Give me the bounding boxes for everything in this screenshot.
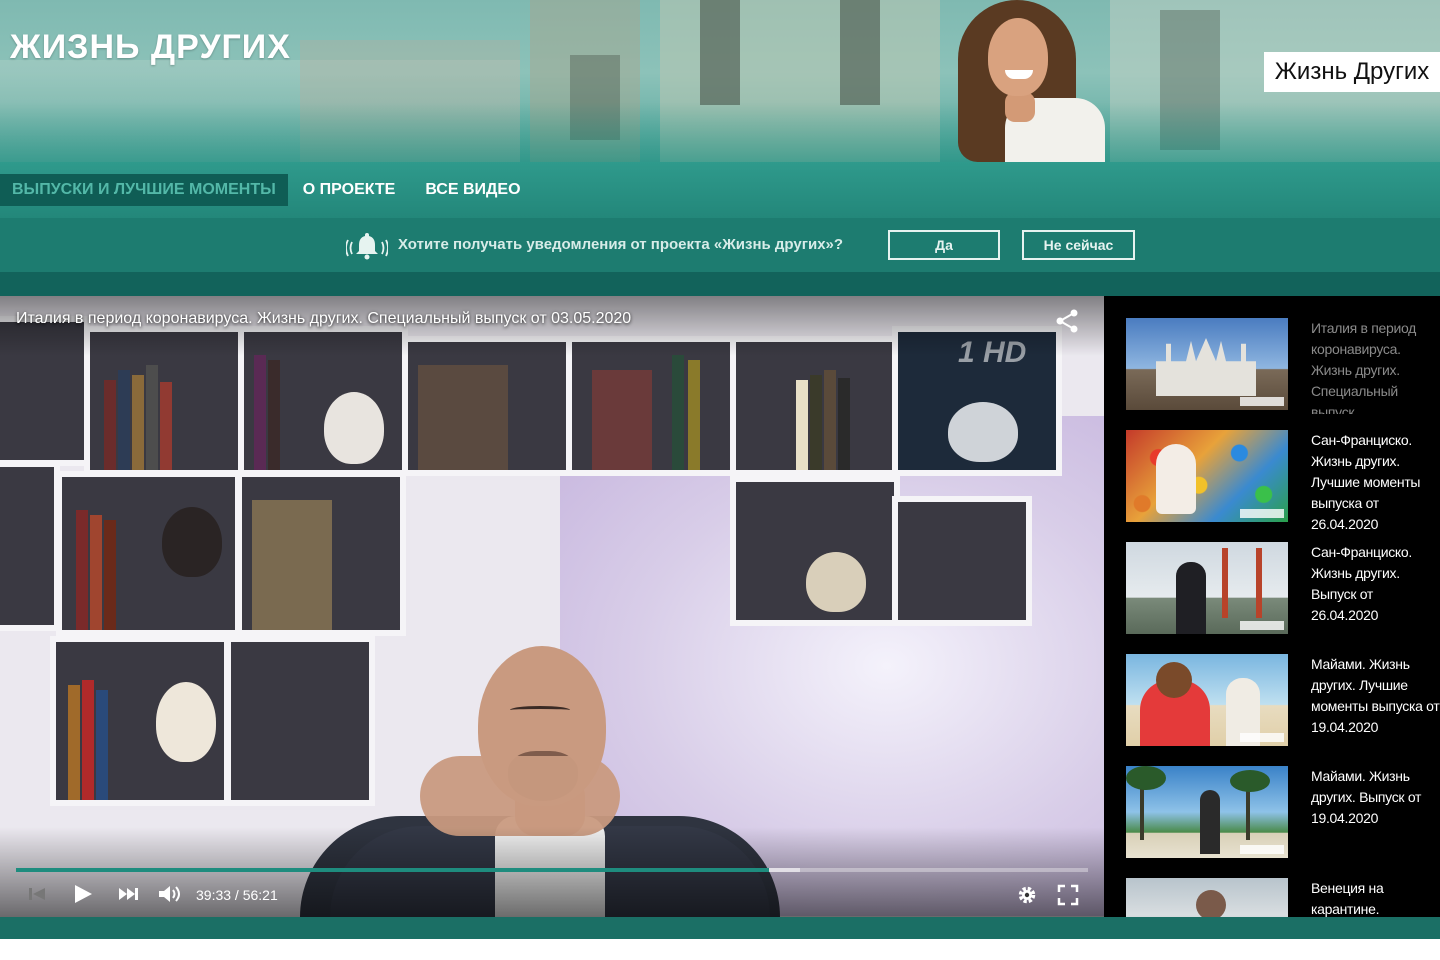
playlist-thumbnail	[1126, 878, 1288, 917]
video-player[interactable]: 1 HD Италия в период коронавируса. Жизнь…	[0, 296, 1104, 917]
playlist-item[interactable]: Майами. Жизнь других. Выпуск от 19.04.20…	[1126, 766, 1440, 866]
nav-item-all-videos[interactable]: ВСЕ ВИДЕО	[410, 174, 535, 206]
playlist-item[interactable]: Италия в период коронавируса. Жизнь друг…	[1126, 318, 1440, 418]
playlist-item[interactable]: Майами. Жизнь других. Лучшие моменты вып…	[1126, 654, 1440, 754]
video-shelf	[0, 461, 60, 631]
playlist-thumbnail	[1126, 430, 1288, 522]
progress-played	[16, 868, 769, 872]
nav-item-about[interactable]: О ПРОЕКТЕ	[288, 174, 411, 206]
notify-not-now-button[interactable]: Не сейчас	[1022, 230, 1135, 260]
notify-yes-button[interactable]: Да	[888, 230, 1000, 260]
main-nav: ВЫПУСКИ И ЛУЧШИЕ МОМЕНТЫ О ПРОЕКТЕ ВСЕ В…	[0, 162, 1440, 218]
playlist-thumbnail	[1126, 318, 1288, 410]
play-icon[interactable]	[72, 884, 94, 904]
show-logo[interactable]: Жизнь Других	[1264, 52, 1440, 92]
video-shelf	[225, 636, 375, 806]
notification-text: Хотите получать уведомления от проекта «…	[398, 236, 844, 253]
video-shelf	[730, 476, 900, 626]
playlist-item[interactable]: Сан-Франциско. Жизнь других. Выпуск от 2…	[1126, 542, 1440, 642]
playlist-thumbnail	[1126, 542, 1288, 634]
playlist-item-title: Майами. Жизнь других. Выпуск от 19.04.20…	[1311, 768, 1422, 826]
banner-bg-window	[700, 0, 740, 105]
header-banner: ЖИЗНЬ ДРУГИХ Жизнь Других	[0, 0, 1440, 162]
video-shelf	[402, 336, 572, 476]
playlist-item-title: Венеция на карантине.	[1311, 880, 1384, 917]
notification-bar: Хотите получать уведомления от проекта «…	[0, 218, 1440, 272]
player-area: 1 HD Италия в период коронавируса. Жизнь…	[0, 296, 1440, 917]
site-title[interactable]: ЖИЗНЬ ДРУГИХ	[10, 28, 291, 67]
time-display: 39:33 / 56:21	[196, 887, 278, 903]
bell-icon	[346, 233, 388, 260]
progress-bar[interactable]	[16, 868, 1088, 872]
footer-strip	[0, 917, 1440, 939]
video-shelf	[566, 336, 736, 476]
video-title[interactable]: Италия в период коронавируса. Жизнь друг…	[16, 310, 631, 328]
playlist-item-title: Сан-Франциско. Жизнь других. Выпуск от 2…	[1311, 544, 1412, 623]
video-shelf	[730, 336, 900, 476]
nav-item-episodes[interactable]: ВЫПУСКИ И ЛУЧШИЕ МОМЕНТЫ	[0, 174, 288, 206]
fullscreen-icon[interactable]	[1057, 884, 1079, 906]
video-person-hands	[420, 756, 620, 836]
playlist-thumbnail	[1126, 766, 1288, 858]
playlist-sidebar: Италия в период коронавируса. Жизнь друг…	[1104, 296, 1440, 917]
skip-forward-icon[interactable]	[117, 884, 141, 904]
playlist-item-title: Майами. Жизнь других. Лучшие моменты вып…	[1311, 656, 1440, 735]
playlist-item-title: Сан-Франциско. Жизнь других. Лучшие моме…	[1311, 432, 1421, 532]
banner-fade	[0, 102, 1440, 162]
playlist-thumbnail	[1126, 654, 1288, 746]
playlist-item[interactable]: Венеция на карантине.	[1126, 878, 1440, 917]
playlist-item[interactable]: Сан-Франциско. Жизнь других. Лучшие моме…	[1126, 430, 1440, 532]
divider-strip	[0, 272, 1440, 296]
playlist-item-title: Италия в период коронавируса. Жизнь друг…	[1311, 320, 1417, 414]
share-icon[interactable]	[1054, 308, 1080, 334]
presenter-photo	[950, 0, 1110, 162]
video-shelf	[892, 496, 1032, 626]
banner-bg-window	[840, 0, 880, 105]
video-person-eyes	[510, 706, 570, 714]
skip-back-icon[interactable]	[26, 884, 48, 904]
video-shelf	[56, 471, 241, 636]
volume-icon[interactable]	[157, 884, 183, 904]
video-shelf	[236, 471, 406, 636]
video-shelf	[50, 636, 230, 806]
settings-gear-icon[interactable]	[1016, 884, 1038, 906]
